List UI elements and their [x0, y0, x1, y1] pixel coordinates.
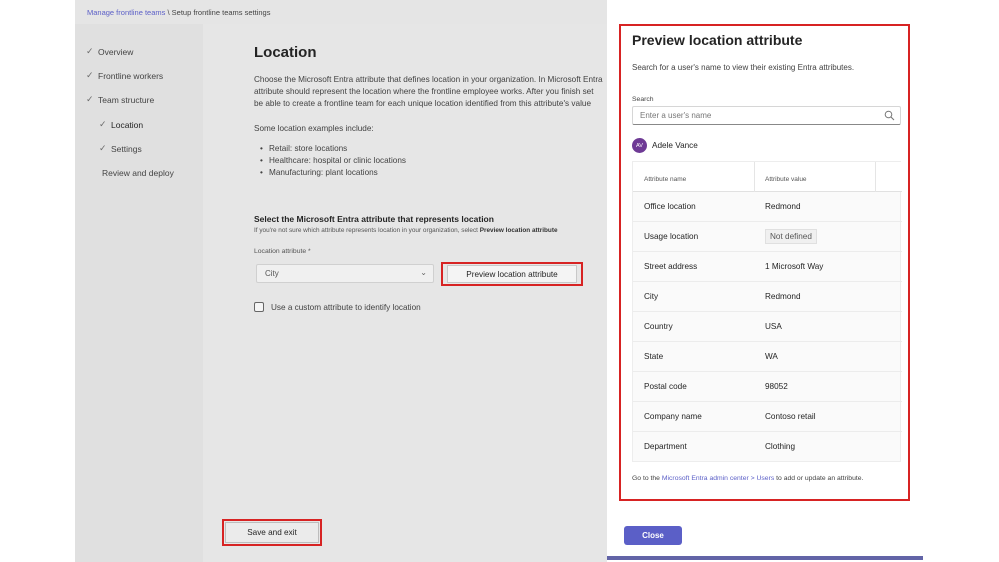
- nav-item-label: Review and deploy: [102, 168, 174, 178]
- custom-attribute-checkbox[interactable]: Use a custom attribute to identify locat…: [254, 302, 421, 312]
- attribute-value: Clothing: [765, 442, 796, 451]
- breadcrumb: Manage frontline teams \ Setup frontline…: [87, 8, 270, 17]
- checkbox-icon[interactable]: [254, 302, 264, 312]
- preview-panel-highlight: Preview location attribute Search for a …: [619, 24, 910, 501]
- nav-item-label: Overview: [98, 46, 134, 57]
- attribute-value: USA: [765, 322, 782, 331]
- chevron-down-icon: ⌄: [420, 268, 427, 277]
- user-search-input[interactable]: Enter a user's name: [632, 106, 901, 125]
- search-placeholder: Enter a user's name: [640, 111, 712, 120]
- table-row: Company name Contoso retail: [633, 402, 902, 432]
- attribute-name: City: [644, 292, 659, 301]
- column-header-attribute-value: Attribute value: [765, 176, 807, 183]
- location-attribute-dropdown[interactable]: City ⌄: [256, 264, 434, 283]
- checkmark-icon: ✓: [86, 46, 94, 56]
- nav-item-location[interactable]: ✓ Location: [99, 119, 143, 130]
- page-title: Location: [254, 44, 317, 61]
- save-and-exit-button[interactable]: Save and exit: [225, 522, 319, 543]
- hint-bold-text: Preview location attribute: [479, 227, 558, 234]
- table-row: City Redmond: [633, 282, 902, 312]
- hint-text: If you're not sure which attribute repre…: [254, 227, 480, 234]
- attribute-value: Redmond: [765, 292, 801, 301]
- attribute-name: Department: [644, 442, 687, 451]
- left-navigation: ✓ Overview ✓ Frontline workers ✓ Team st…: [75, 24, 203, 562]
- select-attribute-hint: If you're not sure which attribute repre…: [254, 227, 558, 234]
- attribute-name: Usage location: [644, 232, 699, 241]
- table-row: Office location Redmond: [633, 192, 902, 222]
- attribute-name: Country: [644, 322, 673, 331]
- examples-intro: Some location examples include:: [254, 124, 374, 133]
- nav-item-label: Team structure: [98, 94, 155, 105]
- preview-panel: Preview location attribute Search for a …: [607, 0, 923, 562]
- footer-prefix: Go to the: [632, 475, 662, 482]
- description-line: be able to create a frontline team for e…: [254, 99, 591, 108]
- panel-subtitle: Search for a user's name to view their e…: [632, 63, 855, 72]
- panel-accent-bar: [607, 556, 923, 560]
- nav-item-overview[interactable]: ✓ Overview: [86, 46, 133, 57]
- attributes-table: Attribute name Attribute value Office lo…: [632, 161, 902, 462]
- panel-footer-text: Go to the Microsoft Entra admin center >…: [632, 475, 863, 482]
- example-item: Healthcare: hospital or clinic locations: [260, 156, 406, 165]
- checkmark-icon: ✓: [86, 70, 94, 80]
- dropdown-selected-value: City: [265, 269, 279, 278]
- column-header-attribute-name: Attribute name: [644, 176, 687, 183]
- attribute-value: 98052: [765, 382, 788, 391]
- table-row: Street address 1 Microsoft Way: [633, 252, 902, 282]
- footer-suffix: to add or update an attribute.: [774, 475, 864, 482]
- checkmark-icon: ✓: [99, 143, 107, 153]
- attribute-value: 1 Microsoft Way: [765, 262, 824, 271]
- selected-user[interactable]: AV Adele Vance: [632, 138, 698, 153]
- description-line: Choose the Microsoft Entra attribute tha…: [254, 75, 603, 84]
- table-row: Country USA: [633, 312, 902, 342]
- stage: Manage frontline teams \ Setup frontline…: [0, 0, 999, 562]
- avatar: AV: [632, 138, 647, 153]
- checkmark-icon: ✓: [86, 94, 94, 104]
- breadcrumb-parent-link[interactable]: Manage frontline teams: [87, 8, 165, 17]
- nav-item-label: Location: [111, 119, 144, 130]
- description-line: attribute should represent the location …: [254, 87, 594, 96]
- column-divider: [754, 162, 755, 192]
- attribute-value: Contoso retail: [765, 412, 816, 421]
- attribute-name: State: [644, 352, 664, 361]
- table-row: State WA: [633, 342, 902, 372]
- entra-admin-center-link[interactable]: Microsoft Entra admin center > Users: [662, 475, 774, 482]
- attribute-value: Redmond: [765, 202, 801, 211]
- table-header: Attribute name Attribute value: [633, 162, 902, 192]
- table-row: Department Clothing: [633, 432, 902, 462]
- preview-location-attribute-button[interactable]: Preview location attribute: [447, 265, 577, 283]
- breadcrumb-current: Setup frontline teams settings: [171, 8, 271, 17]
- checkmark-icon: ✓: [99, 119, 107, 129]
- location-attribute-label: Location attribute *: [254, 248, 311, 255]
- panel-title: Preview location attribute: [632, 32, 803, 48]
- custom-attribute-label: Use a custom attribute to identify locat…: [271, 302, 421, 312]
- table-row: Usage location Not defined: [633, 222, 902, 252]
- search-label: Search: [632, 96, 654, 103]
- nav-item-frontline-workers[interactable]: ✓ Frontline workers: [86, 70, 163, 81]
- close-button[interactable]: Close: [624, 526, 682, 545]
- example-item: Manufacturing: plant locations: [260, 168, 378, 177]
- nav-item-label: Settings: [111, 143, 142, 154]
- nav-item-team-structure[interactable]: ✓ Team structure: [86, 94, 154, 105]
- attribute-value: WA: [765, 352, 778, 361]
- content-area: Location Choose the Microsoft Entra attr…: [203, 24, 607, 562]
- nav-item-review-and-deploy[interactable]: Review and deploy: [102, 168, 174, 178]
- attribute-name: Postal code: [644, 382, 687, 391]
- nav-item-label: Frontline workers: [98, 70, 164, 81]
- save-and-exit-highlight: Save and exit: [222, 519, 322, 546]
- example-item: Retail: store locations: [260, 144, 347, 153]
- attribute-name: Office location: [644, 202, 696, 211]
- table-row: Postal code 98052: [633, 372, 902, 402]
- column-divider: [875, 162, 876, 192]
- not-defined-badge: Not defined: [765, 229, 817, 244]
- user-name: Adele Vance: [652, 141, 698, 150]
- select-attribute-heading: Select the Microsoft Entra attribute tha…: [254, 214, 494, 224]
- nav-item-settings[interactable]: ✓ Settings: [99, 143, 142, 154]
- attribute-name: Company name: [644, 412, 702, 421]
- preview-location-attribute-highlight: Preview location attribute: [441, 262, 583, 286]
- attribute-name: Street address: [644, 262, 698, 271]
- search-icon[interactable]: [884, 110, 895, 123]
- main-app-area: Manage frontline teams \ Setup frontline…: [75, 0, 607, 562]
